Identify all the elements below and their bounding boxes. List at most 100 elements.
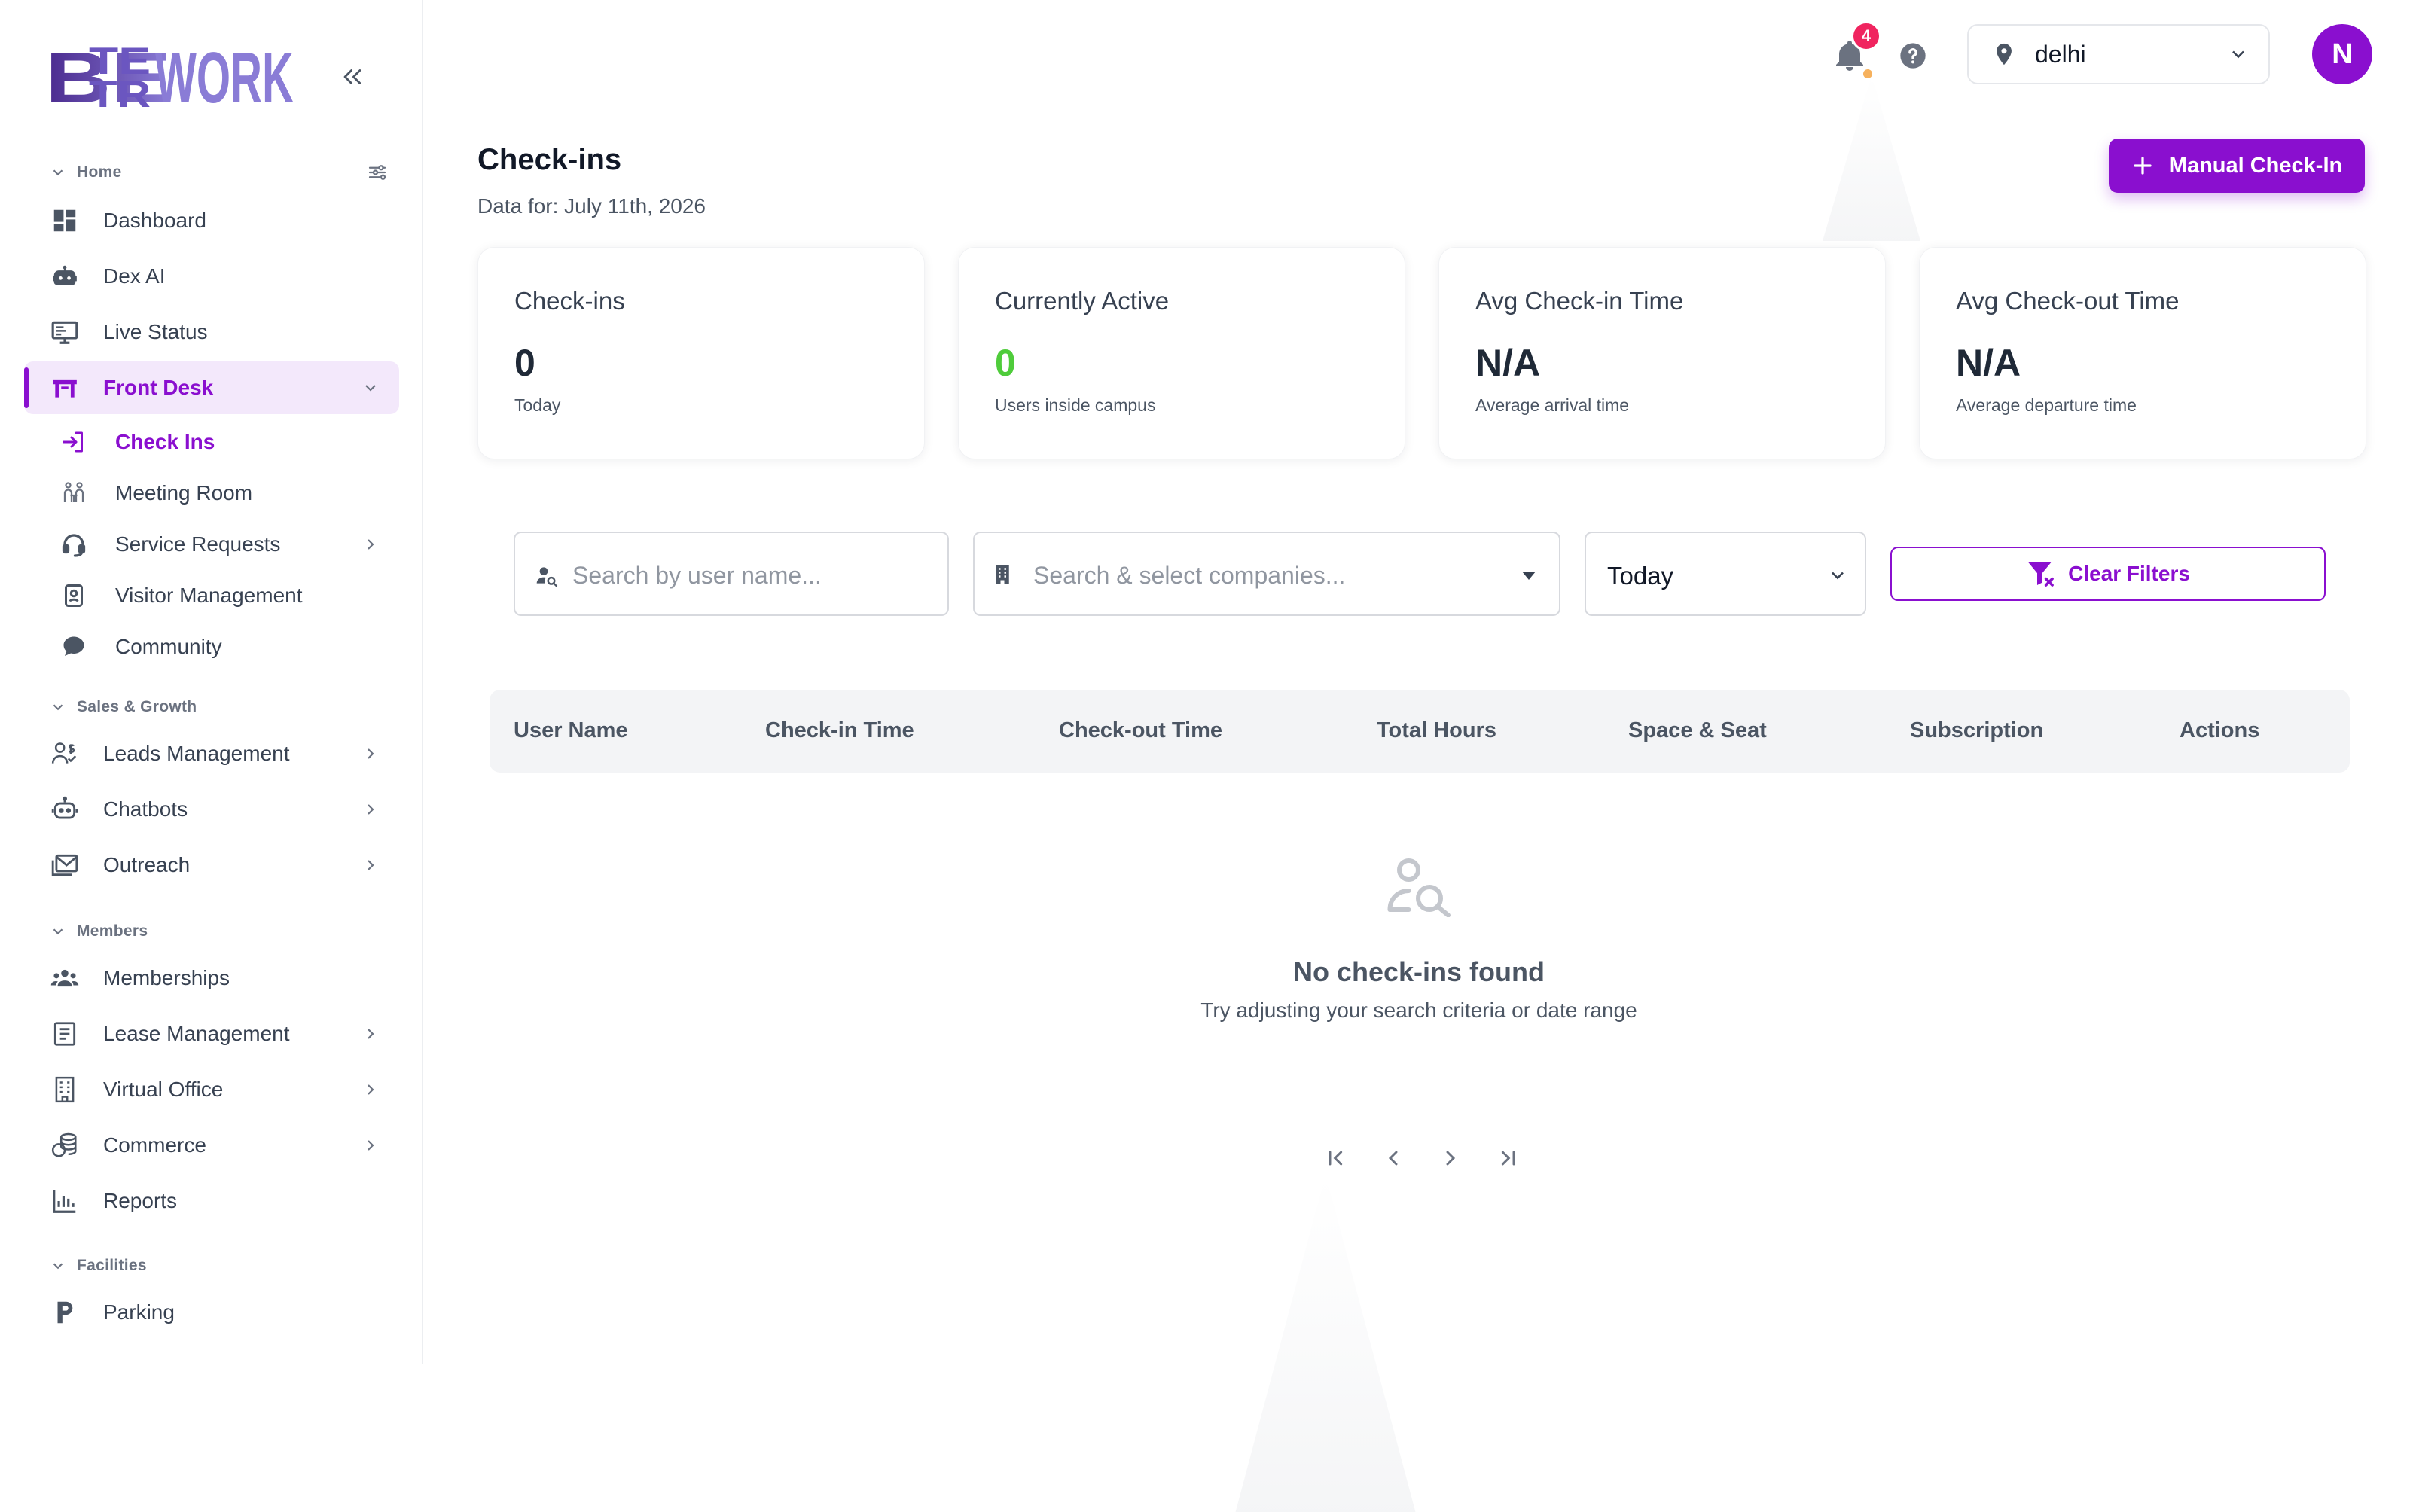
last-page-icon[interactable] [1494, 1145, 1521, 1172]
sidebar-item-label: Memberships [103, 966, 230, 989]
location-value: delhi [2035, 40, 2086, 68]
stat-card-avg-check-in: Avg Check-in Time N/A Average arrival ti… [1438, 247, 1886, 459]
chevron-right-icon [368, 1140, 374, 1151]
sidebar-item-visitor-management[interactable]: Visitor Management [24, 572, 399, 619]
sidebar-item-lease-management[interactable]: Lease Management [24, 1007, 399, 1060]
monitor-icon [50, 317, 80, 347]
user-search-input[interactable]: Search by user name... [514, 532, 949, 616]
stat-title: Avg Check-in Time [1475, 287, 1684, 315]
section-sales-growth[interactable]: Sales & Growth [50, 696, 197, 718]
sidebar-item-label: Parking [103, 1300, 175, 1324]
status-dot [1863, 69, 1872, 78]
chevron-down-icon [2232, 50, 2244, 59]
next-page-icon[interactable] [1437, 1145, 1464, 1172]
stat-value: N/A [1475, 342, 1541, 384]
sidebar-item-label: Leads Management [103, 742, 290, 765]
sidebar-item-outreach[interactable]: Outreach [24, 839, 399, 892]
section-home[interactable]: Home [50, 161, 122, 184]
help-icon[interactable] [1898, 41, 1928, 71]
previous-page-icon[interactable] [1380, 1145, 1407, 1172]
chevron-right-icon [368, 748, 374, 759]
company-search-placeholder: Search & select companies... [1033, 562, 1346, 589]
user-search-icon [536, 567, 558, 587]
building-icon [996, 565, 1009, 584]
badge-icon [59, 581, 89, 611]
section-sales-growth-label: Sales & Growth [77, 698, 197, 715]
notification-count-badge: 4 [1851, 21, 1881, 51]
stat-description: Users inside campus [995, 395, 1156, 415]
chevron-down-icon [53, 1263, 63, 1270]
sidebar-item-chatbots[interactable]: Chatbots [24, 783, 399, 836]
coins-icon [50, 1130, 80, 1160]
bar-chart-icon [50, 1186, 80, 1216]
collapse-sidebar-icon[interactable] [337, 62, 368, 92]
column-header-subscription[interactable]: Subscription [1910, 718, 2043, 743]
column-header-check-in-time[interactable]: Check-in Time [765, 718, 914, 743]
sidebar-item-label: Reports [103, 1189, 178, 1212]
dashboard-icon [50, 206, 80, 236]
empty-state-message: Try adjusting your search criteria or da… [1200, 998, 1637, 1022]
column-header-space-seat[interactable]: Space & Seat [1628, 718, 1767, 743]
column-header-total-hours[interactable]: Total Hours [1377, 718, 1496, 743]
sidebar-item-virtual-office[interactable]: Virtual Office [24, 1063, 399, 1116]
parking-icon [50, 1297, 80, 1328]
stat-value: 0 [995, 342, 1016, 384]
first-page-icon[interactable] [1322, 1145, 1350, 1172]
sidebar-item-reports[interactable]: Reports [24, 1175, 399, 1227]
section-facilities[interactable]: Facilities [50, 1254, 147, 1277]
robot-icon [50, 261, 80, 291]
stat-card-currently-active: Currently Active 0 Users inside campus [958, 247, 1405, 459]
sidebar-item-label: Outreach [103, 853, 191, 876]
sidebar-item-label: Visitor Management [115, 584, 303, 607]
section-members-label: Members [77, 922, 148, 940]
tune-icon[interactable] [366, 161, 389, 184]
sidebar-item-leads-management[interactable]: Leads Management [24, 727, 399, 780]
date-range-select[interactable]: Today [1585, 532, 1866, 616]
clear-filters-button[interactable]: Clear Filters [1890, 547, 2326, 601]
sidebar-item-commerce[interactable]: Commerce [24, 1119, 399, 1172]
chevron-down-icon [1832, 572, 1844, 580]
chevron-right-icon [368, 804, 374, 815]
manual-check-in-label: Manual Check-In [2168, 153, 2343, 178]
chevron-right-icon [368, 539, 374, 550]
chevron-down-icon [53, 169, 63, 176]
decorative-beam [1823, 75, 1920, 241]
chevron-right-icon [368, 1029, 374, 1039]
chat-bubble-icon [59, 632, 89, 662]
stat-title: Check-ins [514, 287, 625, 315]
chevron-down-icon [53, 928, 63, 935]
sidebar-item-label: Live Status [103, 320, 208, 343]
sidebar-item-memberships[interactable]: Memberships [24, 952, 399, 1004]
headset-icon [59, 529, 89, 559]
sidebar-item-service-requests[interactable]: Service Requests [24, 521, 399, 568]
sidebar-item-meeting-room[interactable]: Meeting Room [24, 470, 399, 517]
sidebar-item-parking[interactable]: Parking [24, 1286, 399, 1339]
location-select[interactable]: delhi [1967, 24, 2270, 84]
section-members[interactable]: Members [50, 920, 148, 943]
sidebar-item-front-desk[interactable]: Front Desk [24, 361, 399, 414]
document-icon [50, 1019, 80, 1049]
column-header-check-out-time[interactable]: Check-out Time [1059, 718, 1222, 743]
stat-value: N/A [1956, 342, 2021, 384]
stat-card-avg-check-out: Avg Check-out Time N/A Average departure… [1919, 247, 2366, 459]
clear-filters-label: Clear Filters [2068, 562, 2190, 585]
sidebar-item-label: Meeting Room [115, 481, 253, 505]
chevron-down-icon [365, 385, 376, 392]
meeting-room-icon [59, 478, 89, 508]
sidebar-item-dashboard[interactable]: Dashboard [24, 194, 399, 247]
sidebar-item-label: Front Desk [103, 376, 214, 399]
sidebar-item-dex-ai[interactable]: Dex AI [24, 250, 399, 303]
manual-check-in-button[interactable]: Manual Check-In [2109, 139, 2365, 193]
sidebar-item-live-status[interactable]: Live Status [24, 306, 399, 358]
section-facilities-label: Facilities [77, 1257, 147, 1274]
company-search-select[interactable]: Search & select companies... [973, 532, 1560, 616]
user-avatar[interactable]: N [2312, 24, 2372, 84]
stat-value: 0 [514, 342, 535, 384]
sidebar-item-community[interactable]: Community [24, 623, 399, 670]
user-search-placeholder: Search by user name... [572, 562, 822, 589]
column-header-user-name[interactable]: User Name [514, 718, 628, 743]
sidebar-item-check-ins[interactable]: Check Ins [24, 419, 399, 465]
betterwork-logo[interactable]: BE TE TR WORK [45, 38, 294, 110]
login-icon [59, 427, 89, 457]
chatbot-icon [50, 794, 80, 825]
